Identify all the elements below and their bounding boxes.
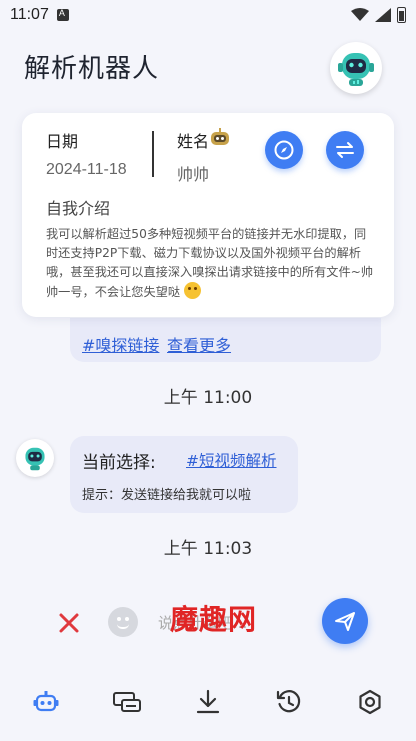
send-button[interactable]	[322, 598, 368, 644]
nav-history[interactable]	[265, 678, 313, 726]
battery-icon	[397, 7, 406, 23]
page-title: 解析机器人	[24, 54, 160, 84]
history-icon	[276, 690, 300, 713]
see-more-link[interactable]: 查看更多	[167, 332, 231, 356]
signal-icon	[375, 8, 391, 22]
settings-icon	[358, 689, 381, 715]
status-time: 11:07	[10, 6, 49, 23]
robot-emoji-icon	[210, 128, 230, 146]
wifi-icon	[351, 8, 369, 21]
send-icon	[335, 612, 355, 631]
robot-avatar[interactable]	[330, 42, 382, 94]
close-icon[interactable]	[58, 612, 80, 634]
nav-settings[interactable]	[346, 678, 394, 726]
previous-message-bubble: #嗅探链接 查看更多	[70, 318, 381, 362]
bot-avatar	[16, 439, 54, 477]
sniff-link[interactable]: #嗅探链接	[82, 332, 159, 356]
compass-button[interactable]	[265, 131, 303, 169]
switch-button[interactable]	[326, 131, 364, 169]
date-value: 2024-11-18	[46, 161, 127, 178]
name-value: 帅帅	[177, 165, 210, 184]
status-bar: 11:07	[0, 0, 416, 30]
bot-message-bubble: 当前选择: #短视频解析 提示：发送链接给我就可以啦	[70, 436, 298, 513]
hint-text: 提示：发送链接给我就可以啦	[82, 488, 252, 503]
smile-emoji-icon	[183, 282, 201, 299]
bottom-nav	[0, 672, 416, 732]
compass-icon	[274, 140, 294, 160]
emoji-button[interactable]	[108, 607, 138, 637]
profile-card: 日期 2024-11-18 姓名 帅帅 自我介绍 我可以解析超过50多种短视频平…	[22, 113, 394, 317]
robot-icon	[33, 691, 59, 712]
timestamp: 上午 11:03	[163, 539, 253, 559]
short-video-parse-link[interactable]: #短视频解析	[186, 449, 277, 471]
devices-icon	[113, 692, 142, 712]
date-label: 日期	[46, 132, 79, 151]
watermark: 魔趣网	[170, 603, 258, 636]
notification-icon	[56, 8, 69, 21]
status-icons	[351, 7, 406, 23]
nav-download[interactable]	[184, 678, 232, 726]
divider	[152, 131, 154, 177]
timestamp: 上午 11:00	[163, 388, 253, 408]
robot-icon	[338, 53, 374, 86]
download-icon	[196, 689, 220, 714]
intro-text: 我可以解析超过50多种短视频平台的链接并无水印提取，同时还支持P2P下载、磁力下…	[46, 227, 374, 299]
nav-robot[interactable]	[22, 678, 70, 726]
robot-icon	[25, 447, 45, 471]
input-bar: 说点什么吧... 魔趣网	[28, 592, 376, 650]
name-label: 姓名	[177, 132, 210, 151]
current-selection-label: 当前选择:	[82, 453, 156, 473]
intro-label: 自我介绍	[46, 199, 111, 218]
swap-arrows-icon	[336, 142, 354, 158]
nav-devices[interactable]	[103, 678, 151, 726]
